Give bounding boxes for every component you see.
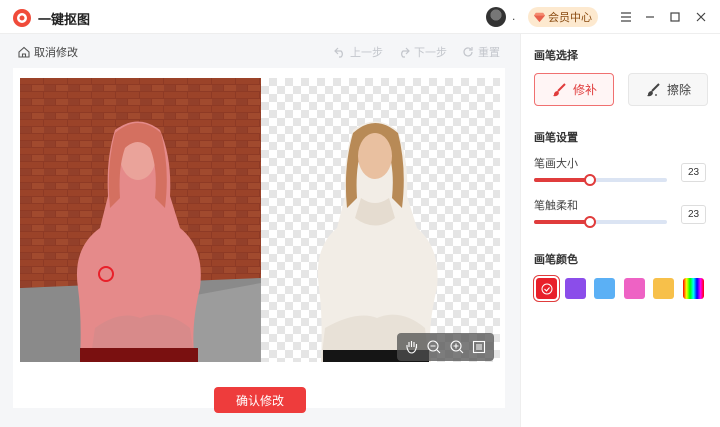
- hand-icon: [406, 341, 418, 354]
- brush-settings-panel: 画笔选择 修补 擦除 画笔设置 笔画大小 23 笔触柔和 23 画笔颜色: [520, 34, 720, 427]
- softness-thumb[interactable]: [583, 216, 596, 228]
- brush-settings-title: 画笔设置: [534, 132, 578, 144]
- original-photo: [20, 78, 261, 362]
- original-image-canvas[interactable]: [20, 78, 261, 362]
- minimize-icon: [646, 16, 654, 18]
- brush-size-fill: [534, 178, 590, 182]
- member-center-label: 会员中心: [548, 12, 592, 24]
- softness-slider[interactable]: [534, 216, 667, 228]
- reset-icon: [463, 47, 473, 57]
- redo-button[interactable]: 下一步: [398, 44, 447, 60]
- erase-brush-button[interactable]: 擦除: [628, 73, 708, 106]
- repair-brush-button[interactable]: 修补: [534, 73, 614, 106]
- minimize-button[interactable]: [641, 8, 659, 26]
- erase-brush-label: 擦除: [666, 83, 691, 97]
- title-bar: 一键抠图 . 会员中心: [0, 0, 720, 34]
- softness-label: 笔触柔和: [534, 200, 578, 212]
- redo-icon: [401, 47, 410, 58]
- color-swatch-blue[interactable]: [594, 278, 615, 299]
- color-swatch-pink[interactable]: [624, 278, 645, 299]
- home-icon: [18, 46, 30, 58]
- cancel-edit-button[interactable]: 取消修改: [18, 44, 78, 60]
- eraser-brush-icon: [646, 82, 660, 96]
- brush-select-title: 画笔选择: [534, 50, 578, 62]
- hand-tool-button[interactable]: [404, 339, 420, 355]
- undo-button[interactable]: 上一步: [334, 44, 383, 60]
- brush-size-thumb[interactable]: [583, 174, 596, 186]
- diamond-icon: [534, 12, 545, 22]
- hamburger-icon: [621, 12, 631, 22]
- app-title: 一键抠图: [38, 12, 91, 27]
- menu-button[interactable]: [617, 8, 635, 26]
- brush-size-value[interactable]: 23: [681, 163, 706, 182]
- result-image-canvas[interactable]: [261, 78, 500, 362]
- close-button[interactable]: [692, 8, 710, 26]
- cancel-edit-label: 取消修改: [34, 47, 78, 59]
- username-text: .: [512, 9, 516, 23]
- zoom-out-icon: [427, 340, 441, 354]
- custom-color-picker[interactable]: [683, 278, 704, 299]
- undo-icon: [334, 47, 343, 58]
- compare-view-button[interactable]: [471, 339, 487, 355]
- compare-icon: [472, 340, 485, 354]
- cutout-photo: [317, 121, 438, 362]
- maximize-icon: [670, 12, 680, 22]
- repair-brush-label: 修补: [572, 83, 597, 97]
- color-swatch-yellow[interactable]: [653, 278, 674, 299]
- softness-value[interactable]: 23: [681, 205, 706, 224]
- maximize-button[interactable]: [666, 8, 684, 26]
- brush-size-label: 笔画大小: [534, 158, 578, 170]
- zoom-in-button[interactable]: [449, 339, 465, 355]
- reset-label: 重置: [478, 47, 500, 59]
- reset-button[interactable]: 重置: [462, 44, 500, 60]
- brush-size-slider[interactable]: [534, 174, 667, 186]
- confirm-edit-button[interactable]: 确认修改: [214, 387, 306, 413]
- softness-fill: [534, 220, 590, 224]
- close-icon: [696, 12, 706, 22]
- undo-label: 上一步: [350, 47, 383, 59]
- zoom-in-icon: [450, 340, 464, 354]
- color-swatch-red[interactable]: [533, 275, 560, 302]
- member-center-button[interactable]: 会员中心: [528, 7, 598, 27]
- brush-icon: [552, 82, 566, 96]
- color-swatch-purple[interactable]: [565, 278, 586, 299]
- zoom-out-button[interactable]: [426, 339, 442, 355]
- app-logo-icon: [13, 9, 31, 27]
- redo-label: 下一步: [414, 47, 447, 59]
- check-icon: [541, 283, 552, 294]
- brush-color-title: 画笔颜色: [534, 254, 578, 266]
- canvas-tools-bar: [397, 333, 494, 361]
- avatar[interactable]: [486, 7, 506, 27]
